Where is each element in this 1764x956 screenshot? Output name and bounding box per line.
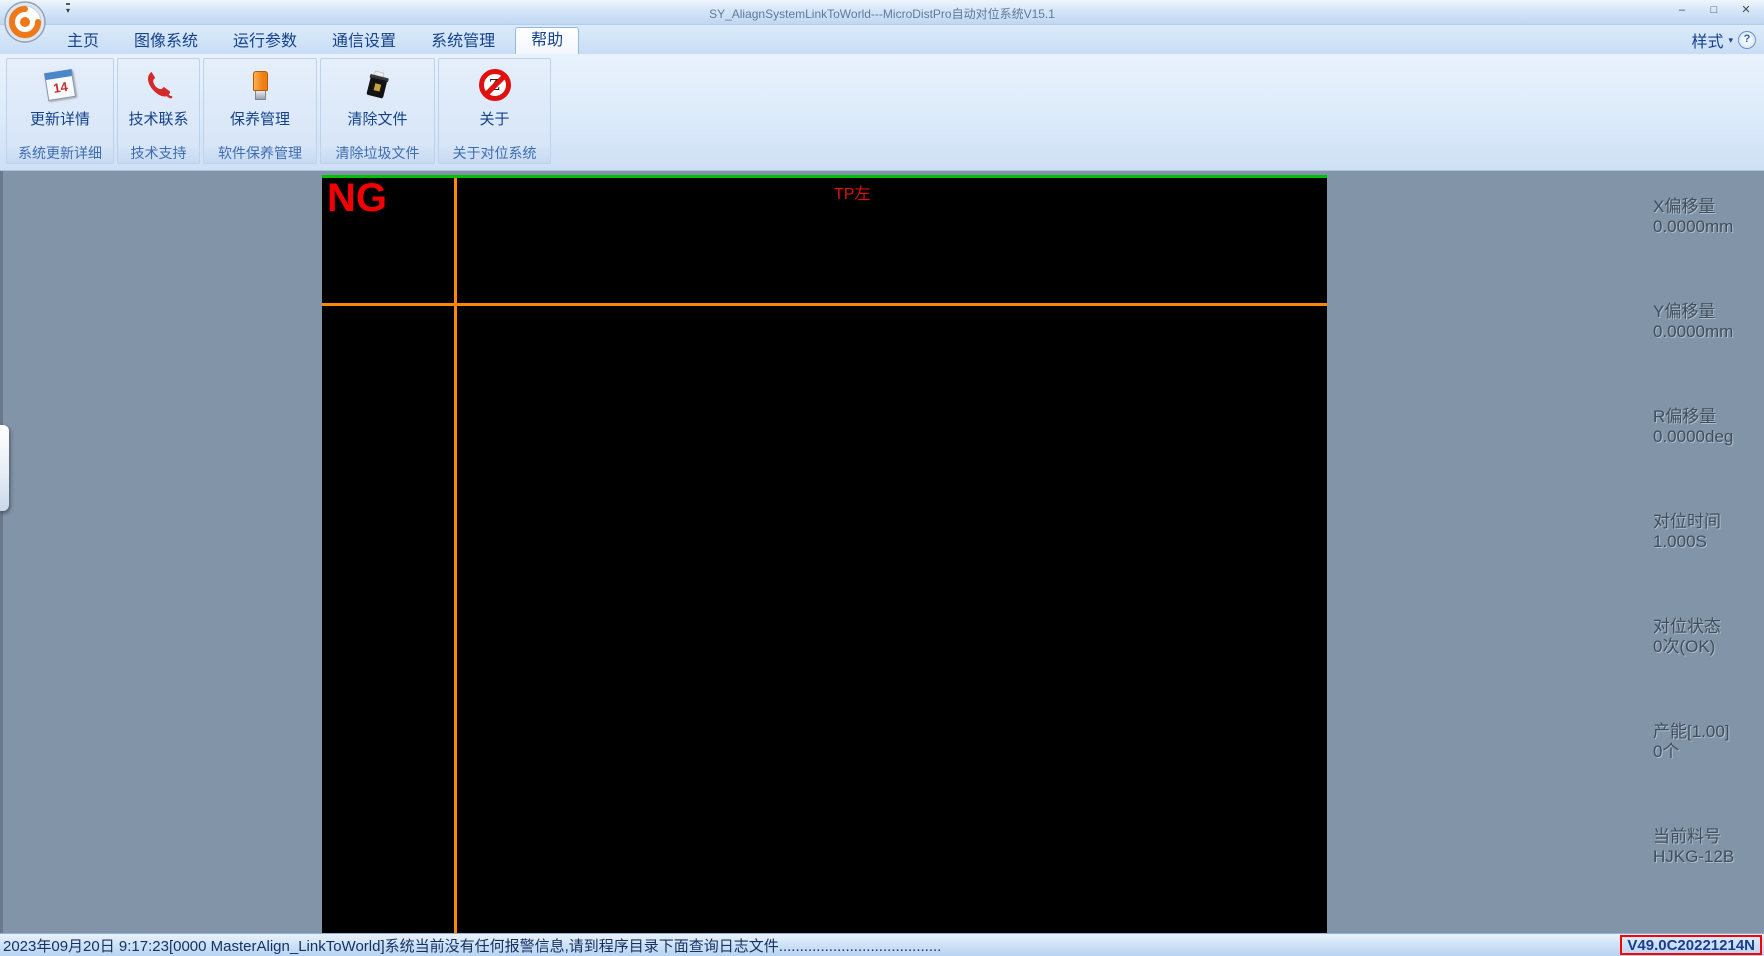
title-bar: ▾ SY_AliagnSystemLinkToWorld---MicroDist…	[0, 0, 1764, 25]
application-window: ▾ SY_AliagnSystemLinkToWorld---MicroDist…	[0, 0, 1764, 956]
main-workspace: NG TP左 X偏移量 0.0000mm Y偏移量 0.0000mm R偏移量 …	[0, 171, 1764, 933]
readout-capacity: 产能[1.00] 0个	[1653, 722, 1763, 827]
ribbon-tab-row: 主页 图像系统 运行参数 通信设置 系统管理 帮助 样式 ▾ ?	[0, 25, 1764, 54]
readout-value: 0个	[1653, 742, 1763, 762]
readout-label: 产能[1.00]	[1653, 722, 1763, 742]
app-logo-orb[interactable]	[4, 1, 46, 43]
readout-label: R偏移量	[1653, 407, 1763, 427]
status-bar: 2023年09月20日 9:17:23[0000 MasterAlign_Lin…	[0, 933, 1764, 956]
group-label-about: 关于对位系统	[439, 143, 550, 163]
style-area: 样式 ▾ ?	[1691, 28, 1756, 52]
readout-align-time: 对位时间 1.000S	[1653, 512, 1763, 617]
ribbon-group-about: Z 关于 关于对位系统	[438, 58, 551, 164]
readout-x-offset: X偏移量 0.0000mm	[1653, 197, 1763, 302]
clear-files-button[interactable]: 清除文件	[321, 59, 434, 143]
window-controls: – □ ✕	[1672, 3, 1756, 18]
maintenance-label: 保养管理	[230, 108, 290, 129]
update-details-label: 更新详情	[30, 108, 90, 129]
tab-communication-settings[interactable]: 通信设置	[317, 29, 411, 54]
alignment-result-text: NG	[327, 176, 387, 221]
group-label-clear-files: 清除垃圾文件	[321, 143, 434, 163]
readout-value: 0.0000mm	[1653, 322, 1763, 342]
camera-position-label: TP左	[834, 180, 870, 204]
tab-help[interactable]: 帮助	[515, 27, 579, 54]
close-icon[interactable]: ✕	[1736, 3, 1756, 18]
status-message: 2023年09月20日 9:17:23[0000 MasterAlign_Lin…	[3, 935, 941, 956]
help-icon[interactable]: ?	[1738, 31, 1756, 49]
group-label-tech-support: 技术支持	[118, 143, 199, 163]
app-logo-icon	[4, 1, 46, 43]
window-title: SY_AliagnSystemLinkToWorld---MicroDistPr…	[0, 5, 1764, 22]
readout-value: 0.0000mm	[1653, 217, 1763, 237]
crosshair-horizontal-line	[322, 303, 1327, 306]
crosshair-vertical-line	[454, 178, 457, 933]
version-badge: V49.0C20221214N	[1620, 935, 1762, 955]
trash-icon	[362, 65, 394, 105]
readout-value: HJKG-12B	[1653, 847, 1763, 867]
readout-current-part: 当前料号 HJKG-12B	[1653, 827, 1763, 932]
readout-y-offset: Y偏移量 0.0000mm	[1653, 302, 1763, 407]
ribbon-help-panel: 14 更新详情 系统更新详细 技术联系 技术支持	[0, 54, 1764, 172]
tab-home[interactable]: 主页	[52, 29, 114, 54]
about-icon: Z	[479, 65, 511, 105]
update-details-button[interactable]: 14 更新详情	[7, 59, 113, 143]
camera-view: NG TP左	[322, 175, 1327, 933]
collapsed-panel-handle[interactable]	[0, 425, 9, 511]
calendar-icon: 14	[46, 65, 74, 105]
readout-value: 1.000S	[1653, 532, 1763, 552]
ribbon-group-system-update: 14 更新详情 系统更新详细	[6, 58, 114, 164]
phone-icon	[144, 65, 174, 105]
readout-label: X偏移量	[1653, 197, 1763, 217]
tech-contact-button[interactable]: 技术联系	[118, 59, 199, 143]
tab-run-parameters[interactable]: 运行参数	[218, 29, 312, 54]
readout-align-status: 对位状态 0次(OK)	[1653, 617, 1763, 722]
style-button[interactable]: 样式	[1691, 28, 1723, 52]
readout-label: Y偏移量	[1653, 302, 1763, 322]
readout-label: 对位状态	[1653, 617, 1763, 637]
ribbon-group-maintenance: 保养管理 软件保养管理	[203, 58, 317, 164]
style-dropdown-caret-icon[interactable]: ▾	[1728, 35, 1733, 46]
readout-label: 当前料号	[1653, 827, 1763, 847]
tab-system-management[interactable]: 系统管理	[416, 29, 510, 54]
usb-icon	[253, 65, 268, 105]
group-label-maintenance: 软件保养管理	[204, 143, 316, 163]
minimize-icon[interactable]: –	[1672, 3, 1692, 18]
ribbon-group-tech-support: 技术联系 技术支持	[117, 58, 200, 164]
tech-contact-label: 技术联系	[128, 108, 188, 129]
readout-panel: X偏移量 0.0000mm Y偏移量 0.0000mm R偏移量 0.0000d…	[1653, 197, 1763, 932]
readout-label: 对位时间	[1653, 512, 1763, 532]
clear-files-label: 清除文件	[347, 108, 407, 129]
readout-value: 0.0000deg	[1653, 427, 1763, 447]
about-button[interactable]: Z 关于	[439, 59, 550, 143]
restore-icon[interactable]: □	[1704, 3, 1724, 18]
readout-r-offset: R偏移量 0.0000deg	[1653, 407, 1763, 512]
about-label: 关于	[479, 108, 509, 129]
ribbon-group-clear-files: 清除文件 清除垃圾文件	[320, 58, 435, 164]
maintenance-button[interactable]: 保养管理	[204, 59, 316, 143]
group-label-system-update: 系统更新详细	[7, 143, 113, 163]
readout-value: 0次(OK)	[1653, 637, 1763, 657]
tab-image-system[interactable]: 图像系统	[119, 29, 213, 54]
